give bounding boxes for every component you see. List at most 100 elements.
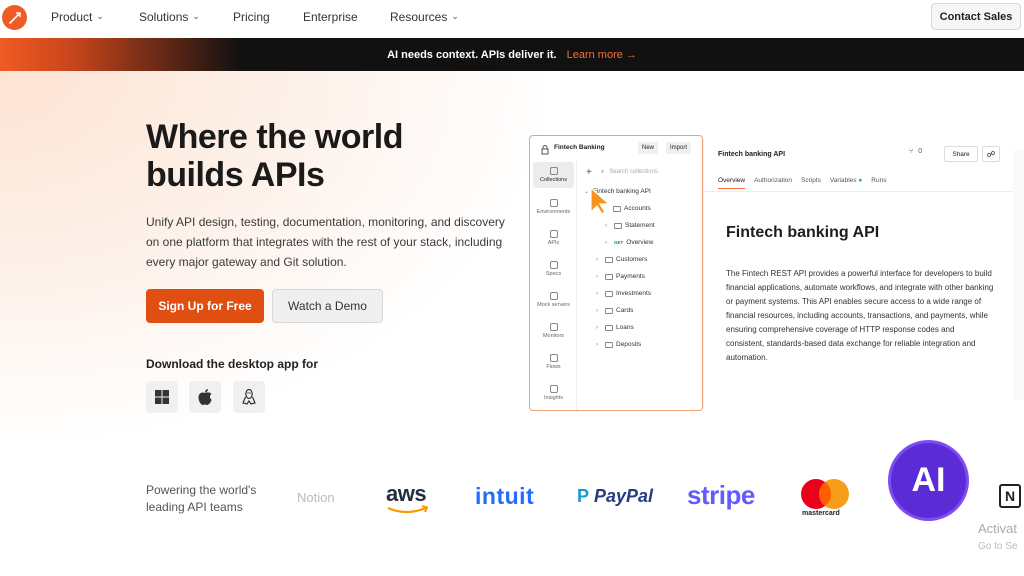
- folder-icon: [605, 307, 613, 314]
- specs-icon: [549, 261, 558, 269]
- folder-icon: [613, 205, 621, 212]
- plus-icon[interactable]: +: [586, 167, 592, 178]
- chevron-right-icon: ›: [596, 307, 598, 314]
- copy-link-button[interactable]: [982, 146, 1000, 162]
- chevron-down-icon: ⌄: [192, 10, 200, 21]
- folder-icon: [605, 256, 613, 263]
- tab-scripts[interactable]: Scripts: [801, 177, 821, 189]
- tree-statement[interactable]: › Statement: [605, 222, 655, 229]
- rail-label: Insights: [544, 395, 563, 401]
- nav-pricing[interactable]: Pricing: [233, 10, 270, 24]
- tree-folder[interactable]: › Deposits: [596, 341, 641, 348]
- postman-logo[interactable]: [2, 5, 27, 30]
- tab-authorization[interactable]: Authorization: [754, 177, 792, 189]
- tree-label: Overview: [626, 239, 654, 246]
- nav-resources[interactable]: Resources ⌄: [390, 10, 459, 24]
- collection-search[interactable]: + ⌕ Search collections: [580, 163, 702, 181]
- chevron-right-icon: ›: [596, 341, 598, 348]
- rail-insights[interactable]: Insights: [533, 380, 574, 406]
- rail-collections[interactable]: Collections: [533, 162, 574, 188]
- notion-logo: Notion: [297, 490, 335, 505]
- tree-folder[interactable]: › Investments: [596, 290, 651, 297]
- doc-heading: Fintech banking API: [726, 224, 880, 241]
- intuit-logo: intuit: [475, 483, 535, 509]
- tree-label: Loans: [616, 324, 634, 331]
- notion-icon-logo: N: [999, 484, 1021, 508]
- tree-folder[interactable]: › Cards: [596, 307, 633, 314]
- share-button[interactable]: Share: [944, 146, 978, 162]
- banner-gradient: [0, 38, 240, 71]
- tree-label: Statement: [625, 222, 655, 229]
- doc-tabs: Overview Authorization Scripts Variables…: [718, 177, 886, 189]
- rail-label: Environments: [536, 209, 571, 215]
- rocket-icon: [8, 11, 21, 24]
- activate-watermark: Activat: [978, 521, 1018, 536]
- powering-label: Powering the world's leading API teams: [146, 483, 257, 514]
- rail-monitors[interactable]: Monitors: [533, 318, 574, 344]
- rail-apis[interactable]: APIs: [533, 225, 574, 251]
- rail-specs[interactable]: Specs: [533, 256, 574, 282]
- lock-icon: [541, 142, 549, 160]
- doc-body: The Fintech REST API provides a powerful…: [726, 269, 994, 362]
- tree-folder[interactable]: › Loans: [596, 324, 634, 331]
- rail-mock-servers[interactable]: Mock servers: [533, 287, 574, 313]
- tree-folder[interactable]: › Customers: [596, 256, 647, 263]
- fork-icon: ⑂: [909, 148, 914, 155]
- rail-label: APIs: [547, 240, 560, 246]
- chevron-down-icon: ⌄: [96, 10, 104, 21]
- nav-solutions[interactable]: Solutions ⌄: [139, 10, 200, 24]
- chevron-right-icon: ›: [605, 239, 607, 246]
- chevron-right-icon: ›: [596, 290, 598, 297]
- sign-up-button[interactable]: Sign Up for Free: [146, 289, 264, 323]
- rail-label: Monitors: [542, 333, 565, 339]
- paypal-wordmark: PayPal: [594, 486, 654, 506]
- apple-icon: [198, 389, 212, 405]
- banner-text: AI needs context. APIs deliver it.: [387, 48, 557, 61]
- workspace-title: Fintech Banking: [554, 144, 605, 151]
- search-icon: ⌕: [600, 168, 605, 175]
- chevron-right-icon: ›: [596, 324, 598, 331]
- tree-label: Accounts: [624, 205, 651, 212]
- rail-flows[interactable]: Flows: [533, 349, 574, 375]
- tree-overview[interactable]: › GET Overview: [605, 239, 653, 246]
- tree-label: Deposits: [616, 341, 642, 348]
- watch-demo-button[interactable]: Watch a Demo: [272, 289, 383, 323]
- linux-download-button[interactable]: [233, 381, 265, 413]
- aws-smile-icon: [387, 505, 429, 514]
- tab-runs[interactable]: Runs: [871, 177, 886, 189]
- windows-icon: [155, 390, 169, 404]
- activate-watermark-sub: Go to Se: [978, 541, 1018, 552]
- windows-download-button[interactable]: [146, 381, 178, 413]
- banner-learn-more-link[interactable]: Learn more →: [567, 49, 637, 61]
- environments-icon: [549, 199, 558, 207]
- tab-variables[interactable]: Variables ●: [830, 177, 862, 189]
- nav-enterprise-label: Enterprise: [303, 10, 358, 24]
- contact-sales-button[interactable]: Contact Sales: [931, 3, 1021, 30]
- rail-environments[interactable]: Environments: [533, 194, 574, 220]
- nav-solutions-label: Solutions: [139, 10, 189, 24]
- nav-enterprise[interactable]: Enterprise: [303, 10, 358, 24]
- rail-label: Specs: [545, 271, 562, 277]
- apis-icon: [549, 230, 558, 238]
- get-method-badge: GET: [614, 240, 624, 245]
- tab-overview[interactable]: Overview: [718, 177, 746, 189]
- paypal-icon: P: [577, 486, 590, 506]
- chevron-down-icon: ⌄: [451, 10, 459, 21]
- import-button[interactable]: Import: [666, 142, 692, 154]
- doc-header-title: Fintech banking API: [718, 151, 786, 158]
- mac-download-button[interactable]: [189, 381, 221, 413]
- folder-icon: [605, 290, 613, 297]
- tree-label: Customers: [616, 256, 648, 263]
- tree-folder[interactable]: › Payments: [596, 273, 645, 280]
- folder-icon: [614, 222, 622, 229]
- announcement-banner: AI needs context. APIs deliver it. Learn…: [0, 38, 1024, 71]
- tree-label: Cards: [616, 307, 634, 314]
- folder-icon: [605, 273, 613, 280]
- folder-icon: [605, 324, 613, 331]
- new-button[interactable]: New: [638, 142, 659, 154]
- api-doc-panel: Fintech banking API ⑂ 0 Share Overview Au…: [703, 139, 1014, 407]
- insights-icon: [549, 385, 558, 393]
- fork-counter[interactable]: ⑂ 0: [909, 148, 922, 155]
- nav-product[interactable]: Product ⌄: [51, 10, 104, 24]
- nav-pricing-label: Pricing: [233, 10, 270, 24]
